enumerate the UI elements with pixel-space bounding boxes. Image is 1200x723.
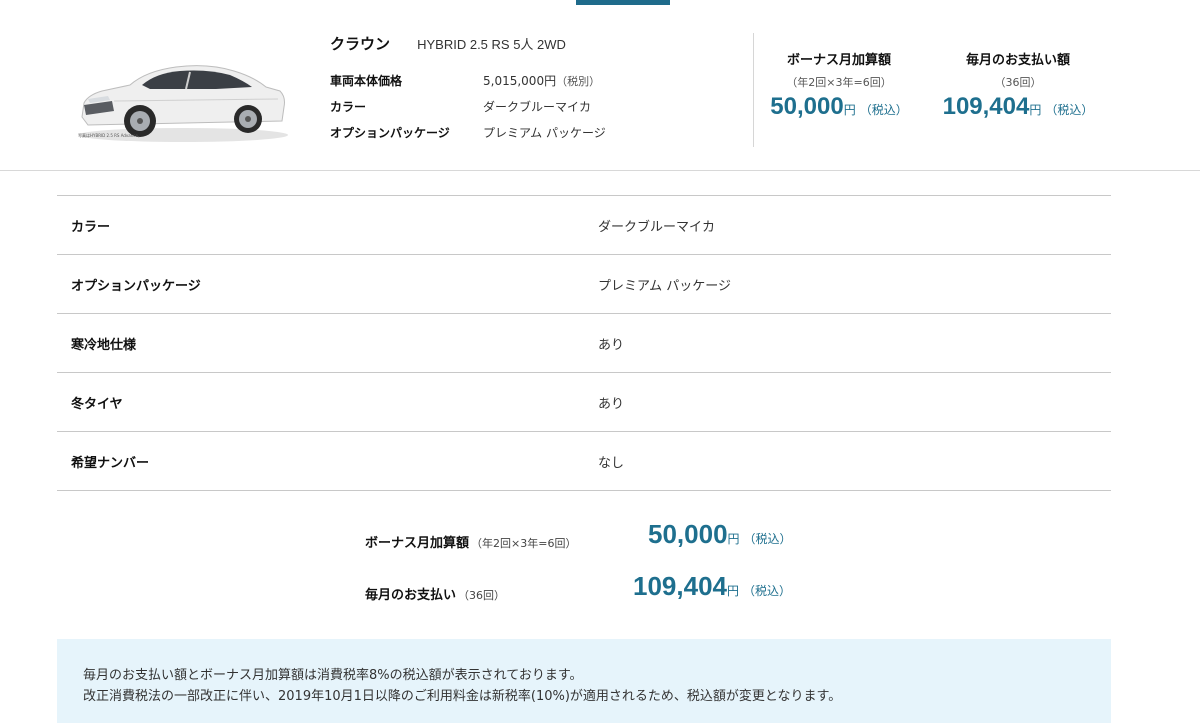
total-bonus-label: ボーナス月加算額 （年2回×3年=6回） xyxy=(365,532,576,551)
car-image: 写真はHYBRID 2.5 RS Advance。 xyxy=(68,41,298,151)
tax-notice-box: 毎月のお支払い額とボーナス月加算額は消費税率8%の税込額が表示されております。 … xyxy=(57,639,1111,723)
table-row-value: プレミアム パッケージ xyxy=(598,279,731,294)
car-image-caption: 写真はHYBRID 2.5 RS Advance。 xyxy=(78,133,142,138)
monthly-amount: 109,404 xyxy=(942,93,1030,120)
table-row: 冬タイヤ あり xyxy=(57,373,1111,432)
table-row-value: あり xyxy=(598,338,625,353)
model-name: クラウン xyxy=(330,35,391,53)
total-monthly-label: 毎月のお支払い （36回） xyxy=(365,584,505,603)
table-row-label: 寒冷地仕様 xyxy=(71,338,137,353)
bonus-amount: 50,000 xyxy=(770,93,844,120)
spec-label: 車両本体価格 xyxy=(330,74,403,88)
table-row: オプションパッケージ プレミアム パッケージ xyxy=(57,255,1111,314)
total-monthly-sub: （36回） xyxy=(458,589,506,602)
table-row-value: なし xyxy=(598,456,625,471)
table-row-value: あり xyxy=(598,397,625,412)
bonus-tax-note: （税込） xyxy=(859,103,908,117)
option-detail-table: カラー ダークブルーマイカ オプションパッケージ プレミアム パッケージ 寒冷地… xyxy=(57,195,1111,491)
total-monthly-amount: 109,404 xyxy=(633,571,727,601)
notice-line-2: 改正消費税法の一部改正に伴い、2019年10月1日以降のご利用料金は新税率(10… xyxy=(83,689,842,704)
monthly-tax-note: （税込） xyxy=(1045,103,1094,117)
table-row: カラー ダークブルーマイカ xyxy=(57,196,1111,255)
monthly-sub: （36回） xyxy=(994,76,1042,89)
vehicle-price: 5,015,000円 xyxy=(483,74,557,88)
total-bonus-amount-group: 50,000円 （税込） xyxy=(648,519,792,550)
monthly-title: 毎月のお支払い額 xyxy=(965,53,1070,68)
monthly-amount-line: 109,404円 （税込） xyxy=(928,93,1108,121)
bonus-payment-summary: ボーナス月加算額 （年2回×3年=6回） 50,000円 （税込） xyxy=(749,49,929,121)
table-row-label: カラー xyxy=(71,220,111,235)
total-bonus-sub: （年2回×3年=6回） xyxy=(471,537,577,550)
total-monthly-row: 毎月のお支払い （36回） 109,404円 （税込） xyxy=(0,571,1200,607)
total-monthly-amount-group: 109,404円 （税込） xyxy=(633,571,791,602)
table-row-label: オプションパッケージ xyxy=(71,279,201,294)
estimate-summary-header: 写真はHYBRID 2.5 RS Advance。 クラウン HYBRID 2.… xyxy=(0,5,1200,171)
monthly-unit: 円 xyxy=(1029,103,1042,117)
total-bonus-row: ボーナス月加算額 （年2回×3年=6回） 50,000円 （税込） xyxy=(0,519,1200,555)
bonus-sub: （年2回×3年=6回） xyxy=(786,76,892,89)
monthly-payment-summary: 毎月のお支払い額 （36回） 109,404円 （税込） xyxy=(928,49,1108,121)
total-bonus-amount: 50,000 xyxy=(648,519,728,549)
total-bonus-label-text: ボーナス月加算額 xyxy=(365,536,470,551)
total-bonus-tax-note: （税込） xyxy=(743,532,792,546)
bonus-unit: 円 xyxy=(843,103,856,117)
total-monthly-label-text: 毎月のお支払い xyxy=(365,588,457,603)
notice-line-1: 毎月のお支払い額とボーナス月加算額は消費税率8%の税込額が表示されております。 xyxy=(83,668,583,683)
spec-value: プレミアム パッケージ xyxy=(483,126,606,140)
total-monthly-unit: 円 xyxy=(726,584,739,598)
model-line: クラウン HYBRID 2.5 RS 5人 2WD xyxy=(330,33,566,54)
bonus-amount-line: 50,000円 （税込） xyxy=(749,93,929,121)
total-monthly-tax-note: （税込） xyxy=(743,584,792,598)
table-row-value: ダークブルーマイカ xyxy=(598,220,716,235)
table-row: 希望ナンバー なし xyxy=(57,432,1111,491)
bonus-title: ボーナス月加算額 xyxy=(786,53,891,68)
spec-label: カラー xyxy=(330,100,367,114)
total-bonus-unit: 円 xyxy=(727,532,740,546)
spec-value: 5,015,000円（税別） xyxy=(483,72,600,89)
table-row-label: 希望ナンバー xyxy=(71,456,150,471)
spec-value: ダークブルーマイカ xyxy=(483,100,592,114)
spec-label: オプションパッケージ xyxy=(330,126,450,140)
table-row-label: 冬タイヤ xyxy=(71,397,123,412)
price-tax-note: （税別） xyxy=(556,75,601,88)
model-grade: HYBRID 2.5 RS 5人 2WD xyxy=(417,37,566,52)
table-row: 寒冷地仕様 あり xyxy=(57,314,1111,373)
